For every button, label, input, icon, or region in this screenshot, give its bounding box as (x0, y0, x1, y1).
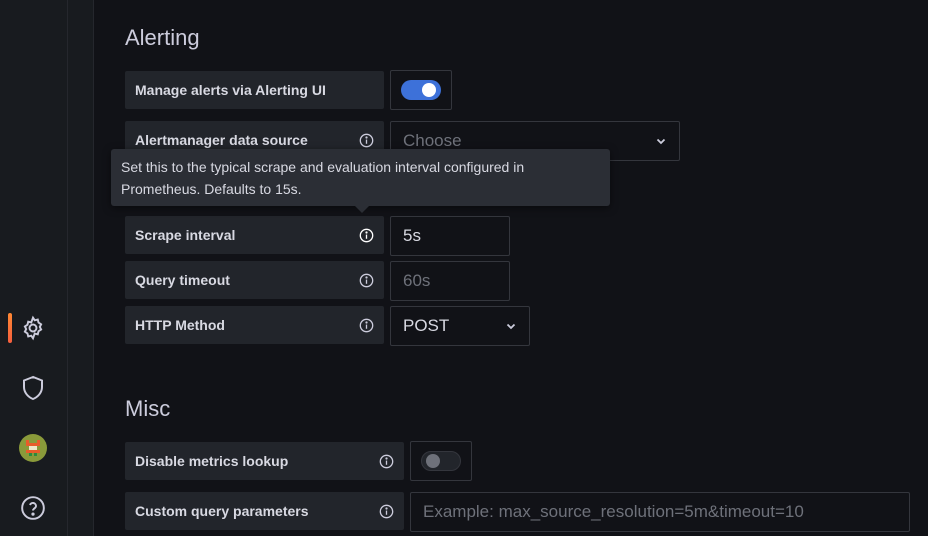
info-icon[interactable] (358, 227, 374, 243)
query-timeout-label-text: Query timeout (135, 272, 230, 288)
manage-alerts-toggle[interactable] (401, 80, 441, 100)
settings-panel: Alerting Manage alerts via Alerting UI A… (94, 0, 928, 536)
manage-alerts-label: Manage alerts via Alerting UI (125, 71, 384, 109)
help-icon[interactable] (19, 494, 47, 522)
chevron-down-icon (655, 135, 667, 147)
info-icon[interactable] (378, 453, 394, 469)
tooltip-arrow (355, 206, 369, 213)
avatar[interactable] (19, 434, 47, 462)
custom-query-placeholder: Example: max_source_resolution=5m&timeou… (423, 502, 804, 521)
alertmanager-label-text: Alertmanager data source (135, 132, 308, 148)
disable-metrics-label: Disable metrics lookup (125, 442, 404, 480)
query-timeout-label: Query timeout (125, 261, 384, 299)
scrape-interval-value: 5s (403, 226, 421, 245)
manage-alerts-label-text: Manage alerts via Alerting UI (135, 82, 326, 98)
info-icon[interactable] (378, 503, 394, 519)
query-timeout-placeholder: 60s (403, 271, 431, 290)
scrape-interval-label: Scrape interval (125, 216, 384, 254)
disable-metrics-toggle[interactable] (421, 451, 461, 471)
http-method-select[interactable]: POST (390, 306, 530, 346)
side-menu (0, 0, 68, 536)
query-timeout-input[interactable]: 60s (390, 261, 510, 301)
http-method-label: HTTP Method (125, 306, 384, 344)
chevron-down-icon (505, 320, 517, 332)
info-icon[interactable] (358, 132, 374, 148)
info-icon[interactable] (358, 272, 374, 288)
scrape-interval-tooltip: Set this to the typical scrape and evalu… (111, 149, 610, 206)
disable-metrics-label-text: Disable metrics lookup (135, 453, 289, 469)
page-gutter (68, 0, 94, 536)
toggle-knob (422, 83, 436, 97)
custom-query-input[interactable]: Example: max_source_resolution=5m&timeou… (410, 492, 910, 532)
info-icon[interactable] (358, 317, 374, 333)
active-indicator (8, 313, 12, 343)
scrape-interval-input[interactable]: 5s (390, 216, 510, 256)
tooltip-text: Set this to the typical scrape and evalu… (121, 159, 525, 197)
scrape-interval-label-text: Scrape interval (135, 227, 236, 243)
http-method-value: POST (403, 316, 450, 335)
http-method-label-text: HTTP Method (135, 317, 225, 333)
alertmanager-placeholder: Choose (403, 131, 462, 150)
toggle-knob (426, 454, 440, 468)
custom-query-label: Custom query parameters (125, 492, 404, 530)
manage-alerts-switch-wrapper (390, 70, 452, 110)
misc-title: Misc (125, 396, 171, 421)
custom-query-label-text: Custom query parameters (135, 503, 309, 519)
gear-icon[interactable] (19, 314, 47, 342)
disable-metrics-switch-wrapper (410, 441, 472, 481)
shield-icon[interactable] (19, 374, 47, 402)
alerting-title: Alerting (125, 25, 200, 50)
